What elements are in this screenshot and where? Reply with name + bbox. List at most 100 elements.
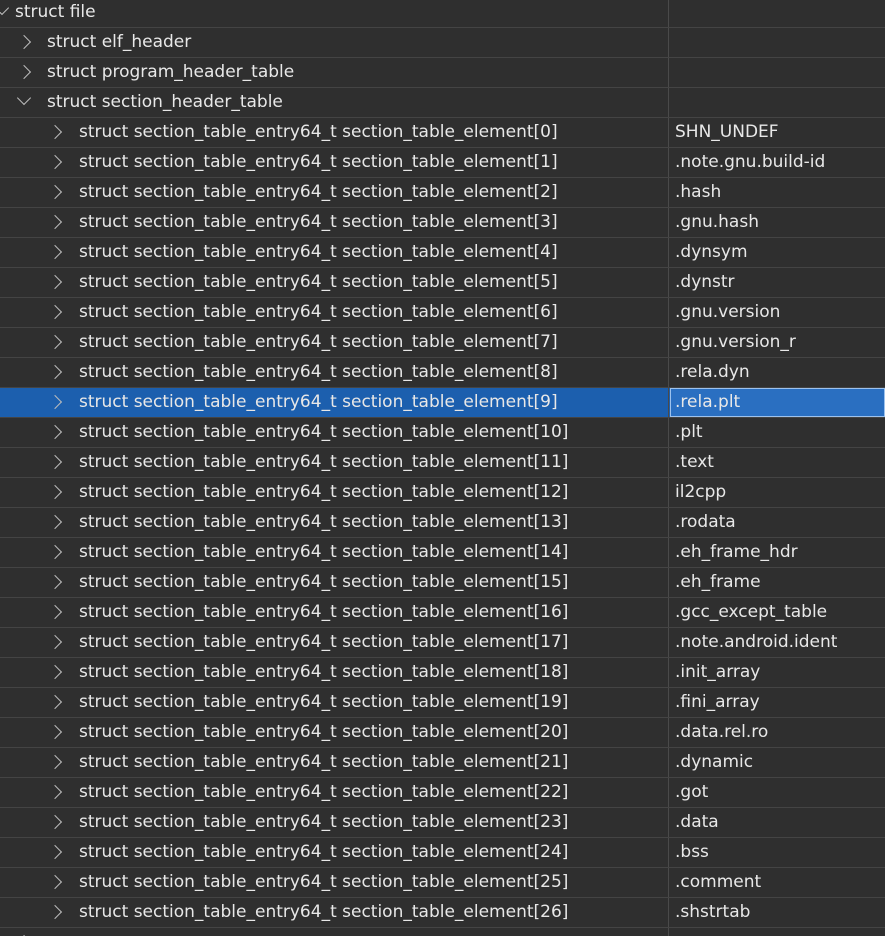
value-cell[interactable]: .fini_array — [670, 688, 885, 717]
tree-row-entry[interactable]: struct section_table_entry64_t section_t… — [0, 238, 885, 268]
value-cell[interactable] — [670, 28, 885, 57]
chevron-right-icon[interactable] — [47, 754, 63, 770]
value-cell[interactable]: .data — [670, 808, 885, 837]
tree-row-entry[interactable]: struct section_table_entry64_t section_t… — [0, 538, 885, 568]
value-cell[interactable]: .bss — [670, 838, 885, 867]
value-cell[interactable]: .note.gnu.build-id — [670, 148, 885, 177]
value-cell[interactable]: .plt — [670, 418, 885, 447]
value-cell[interactable]: .eh_frame_hdr — [670, 538, 885, 567]
value-cell[interactable]: SHN_UNDEF — [670, 118, 885, 147]
value-cell[interactable]: .gnu.hash — [670, 208, 885, 237]
value-cell[interactable]: .dynsym — [670, 238, 885, 267]
value-cell[interactable] — [670, 0, 885, 27]
tree-row-entry[interactable]: struct section_table_entry64_t section_t… — [0, 178, 885, 208]
tree-row-entry[interactable]: struct section_table_entry64_t section_t… — [0, 718, 885, 748]
chevron-right-icon[interactable] — [47, 664, 63, 680]
tree-row-root[interactable]: struct file — [0, 0, 885, 28]
value-cell[interactable]: .rela.plt — [670, 388, 885, 417]
name-cell[interactable]: struct section_table_entry64_t section_t… — [0, 238, 669, 267]
tree-row-entry[interactable]: struct section_table_entry64_t section_t… — [0, 118, 885, 148]
tree-row-entry[interactable]: struct section_table_entry64_t section_t… — [0, 598, 885, 628]
chevron-right-icon[interactable] — [47, 274, 63, 290]
tree-row-entry[interactable]: struct section_table_entry64_t section_t… — [0, 778, 885, 808]
tree-row-entry[interactable]: struct section_table_entry64_t section_t… — [0, 388, 885, 418]
tree-row-level1[interactable]: struct program_header_table — [0, 58, 885, 88]
name-cell[interactable]: struct section_table_entry64_t section_t… — [0, 268, 669, 297]
name-cell[interactable]: struct file — [0, 0, 669, 27]
chevron-right-icon[interactable] — [47, 244, 63, 260]
tree-row-entry[interactable]: struct section_table_entry64_t section_t… — [0, 898, 885, 928]
value-cell[interactable]: .text — [670, 448, 885, 477]
chevron-right-icon[interactable] — [47, 394, 63, 410]
name-cell[interactable]: struct section_table_entry64_t section_t… — [0, 808, 669, 837]
value-cell[interactable]: .init_array — [670, 658, 885, 687]
name-cell[interactable]: struct section_table_entry64_t section_t… — [0, 178, 669, 207]
tree-row-entry[interactable]: struct section_table_entry64_t section_t… — [0, 868, 885, 898]
chevron-right-icon[interactable] — [16, 64, 32, 80]
tree-row-level1[interactable]: struct elf_header — [0, 28, 885, 58]
value-cell[interactable]: .comment — [670, 868, 885, 897]
value-cell[interactable]: .rodata — [670, 508, 885, 537]
name-cell[interactable]: struct section_table_entry64_t section_t… — [0, 388, 669, 417]
tree-row-entry[interactable]: struct section_table_entry64_t section_t… — [0, 418, 885, 448]
name-cell[interactable]: struct section_table_entry64_t section_t… — [0, 148, 669, 177]
tree-row-entry[interactable]: struct section_table_entry64_t section_t… — [0, 328, 885, 358]
name-cell[interactable]: struct section_table_entry64_t section_t… — [0, 358, 669, 387]
name-cell[interactable]: struct section_table_entry64_t section_t… — [0, 448, 669, 477]
chevron-right-icon[interactable] — [47, 544, 63, 560]
name-cell[interactable]: struct section_table_entry64_t section_t… — [0, 598, 669, 627]
tree-row-entry[interactable]: struct section_table_entry64_t section_t… — [0, 358, 885, 388]
name-cell[interactable]: struct section_table_entry64_t section_t… — [0, 748, 669, 777]
name-cell[interactable]: struct section_table_entry64_t section_t… — [0, 328, 669, 357]
chevron-right-icon[interactable] — [47, 154, 63, 170]
name-cell[interactable]: struct section_table_entry64_t section_t… — [0, 658, 669, 687]
chevron-right-icon[interactable] — [47, 334, 63, 350]
tree-row-entry[interactable]: struct section_table_entry64_t section_t… — [0, 208, 885, 238]
tree-row-entry[interactable]: struct section_table_entry64_t section_t… — [0, 838, 885, 868]
name-cell[interactable]: struct section_table_entry64_t section_t… — [0, 298, 669, 327]
tree-row-entry[interactable]: struct section_table_entry64_t section_t… — [0, 628, 885, 658]
chevron-right-icon[interactable] — [47, 844, 63, 860]
chevron-right-icon[interactable] — [47, 514, 63, 530]
chevron-right-icon[interactable] — [47, 874, 63, 890]
chevron-right-icon[interactable] — [47, 814, 63, 830]
name-cell[interactable]: struct section_table_entry64_t section_t… — [0, 838, 669, 867]
name-cell[interactable]: struct section_table_entry64_t section_t… — [0, 718, 669, 747]
name-cell[interactable]: struct section_table_entry64_t section_t… — [0, 568, 669, 597]
name-cell[interactable]: struct section_table_entry64_t section_t… — [0, 868, 669, 897]
chevron-right-icon[interactable] — [47, 634, 63, 650]
value-cell[interactable]: .note.android.ident — [670, 628, 885, 657]
value-cell[interactable]: .dynamic — [670, 748, 885, 777]
value-cell[interactable]: .gcc_except_table — [670, 598, 885, 627]
name-cell[interactable]: struct elf_header — [0, 28, 669, 57]
chevron-right-icon[interactable] — [16, 34, 32, 50]
value-cell[interactable]: .hash — [670, 178, 885, 207]
tree-row-entry[interactable]: struct section_table_entry64_t section_t… — [0, 508, 885, 538]
chevron-down-icon[interactable] — [0, 0, 10, 16]
chevron-right-icon[interactable] — [47, 124, 63, 140]
chevron-right-icon[interactable] — [47, 694, 63, 710]
tree-row-entry[interactable]: struct section_table_entry64_t section_t… — [0, 658, 885, 688]
chevron-right-icon[interactable] — [47, 184, 63, 200]
value-cell[interactable]: .data.rel.ro — [670, 718, 885, 747]
name-cell[interactable]: struct program_header_table — [0, 58, 669, 87]
name-cell[interactable]: struct section_table_entry64_t section_t… — [0, 898, 669, 927]
name-cell[interactable]: struct section_table_entry64_t section_t… — [0, 118, 669, 147]
name-cell[interactable] — [0, 928, 669, 936]
tree-row-entry[interactable]: struct section_table_entry64_t section_t… — [0, 808, 885, 838]
tree-row-level1[interactable]: struct section_header_table — [0, 88, 885, 118]
value-cell[interactable]: .got — [670, 778, 885, 807]
value-cell[interactable]: .gnu.version_r — [670, 328, 885, 357]
tree-row-entry[interactable]: struct section_table_entry64_t section_t… — [0, 148, 885, 178]
value-cell[interactable]: .rela.dyn — [670, 358, 885, 387]
name-cell[interactable]: struct section_table_entry64_t section_t… — [0, 478, 669, 507]
tree-row-partial[interactable] — [0, 928, 885, 936]
chevron-right-icon[interactable] — [47, 784, 63, 800]
name-cell[interactable]: struct section_table_entry64_t section_t… — [0, 418, 669, 447]
tree-row-entry[interactable]: struct section_table_entry64_t section_t… — [0, 688, 885, 718]
value-cell[interactable] — [670, 88, 885, 117]
name-cell[interactable]: struct section_table_entry64_t section_t… — [0, 208, 669, 237]
chevron-right-icon[interactable] — [47, 214, 63, 230]
tree-row-entry[interactable]: struct section_table_entry64_t section_t… — [0, 748, 885, 778]
chevron-right-icon[interactable] — [47, 604, 63, 620]
